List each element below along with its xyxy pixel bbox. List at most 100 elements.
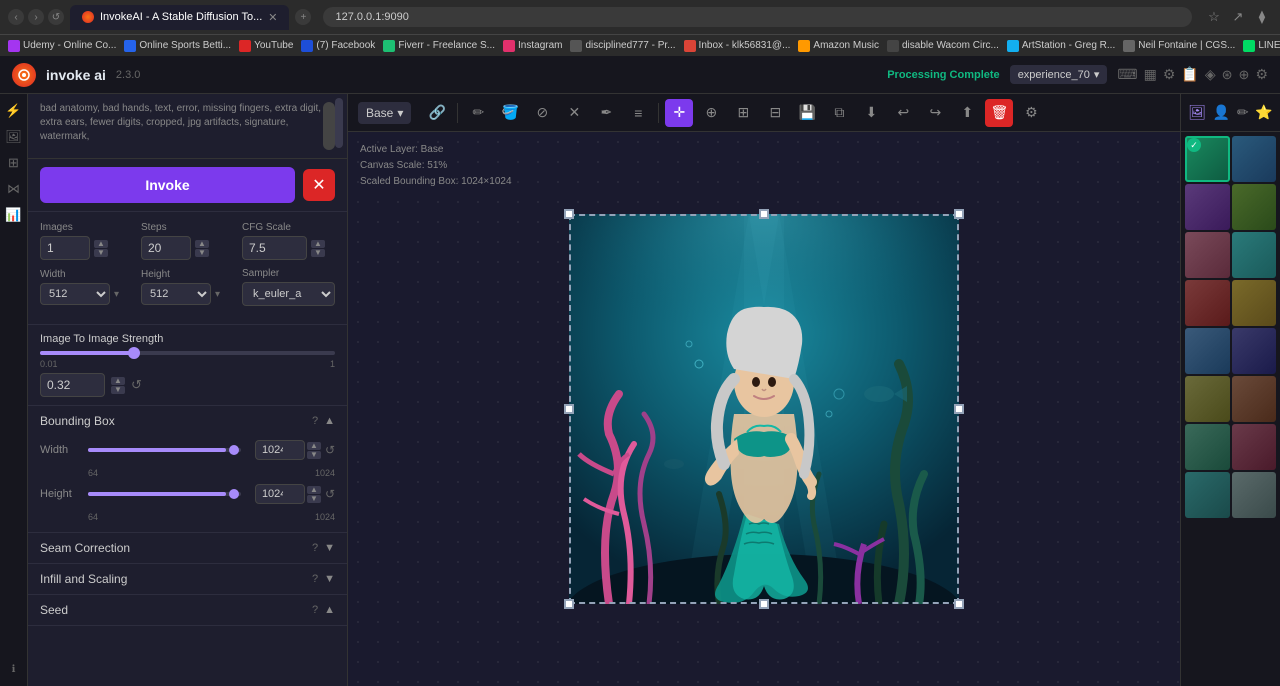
extensions-icon[interactable]: ⧫ <box>1252 7 1272 27</box>
back-button[interactable]: ‹ <box>8 9 24 25</box>
tool-select[interactable]: ✛ <box>665 99 693 127</box>
images-down[interactable]: ▼ <box>94 249 108 257</box>
header-icon-5[interactable]: ◈ <box>1205 66 1216 83</box>
bookmark-artstation[interactable]: ArtStation - Greg R... <box>1007 40 1115 52</box>
header-icon-discord[interactable]: ⊕ <box>1239 67 1250 83</box>
thumbnail-13[interactable] <box>1185 424 1230 470</box>
bookmark-wacom[interactable]: disable Wacom Circ... <box>887 40 999 52</box>
sidebar-icon-gallery[interactable]: 🖼 <box>3 126 25 148</box>
cfg-up[interactable]: ▲ <box>311 240 325 248</box>
bookmark-neil[interactable]: Neil Fontaine | CGS... <box>1123 40 1235 52</box>
img2img-value-input[interactable] <box>40 373 105 397</box>
reload-button[interactable]: ↺ <box>48 9 64 25</box>
browser-tab[interactable]: InvokeAI - A Stable Diffusion To... ✕ <box>70 5 289 30</box>
steps-down[interactable]: ▼ <box>195 249 209 257</box>
bb-width-down[interactable]: ▼ <box>307 451 321 459</box>
sampler-select[interactable]: k_euler_ak_eulerddim <box>242 282 335 306</box>
seam-correction-toggle-icon[interactable]: ▼ <box>324 542 335 554</box>
handle-bottom-right[interactable] <box>954 599 964 609</box>
tool-save[interactable]: 💾 <box>793 99 821 127</box>
thumbnail-12[interactable] <box>1232 376 1277 422</box>
bb-height-reset-icon[interactable]: ↺ <box>325 487 335 501</box>
steps-up[interactable]: ▲ <box>195 240 209 248</box>
sidebar-icon-nodes[interactable]: ⋈ <box>3 178 25 200</box>
rp-person-icon[interactable]: 👤 <box>1213 104 1230 121</box>
layer-dropdown[interactable]: Base ▾ <box>358 102 411 124</box>
sidebar-icon-generate[interactable]: ⚡ <box>3 100 25 122</box>
tool-lines[interactable]: ≡ <box>624 99 652 127</box>
tool-collapse[interactable]: ⊟ <box>761 99 789 127</box>
url-bar[interactable]: 127.0.0.1:9090 <box>323 7 1192 27</box>
bb-width-input[interactable] <box>255 440 305 460</box>
seam-correction-help-icon[interactable]: ? <box>312 542 318 554</box>
tool-pen[interactable]: ✒ <box>592 99 620 127</box>
handle-bottom-center[interactable] <box>759 599 769 609</box>
bb-width-slider[interactable] <box>88 448 241 452</box>
handle-top-center[interactable] <box>759 209 769 219</box>
header-icon-1[interactable]: ⌨ <box>1117 66 1137 83</box>
invoke-button[interactable]: Invoke <box>40 167 295 203</box>
tool-layers[interactable]: ⊞ <box>729 99 757 127</box>
bookmark-instagram[interactable]: Instagram <box>503 40 562 52</box>
thumbnail-5[interactable] <box>1185 232 1230 278</box>
thumbnail-4[interactable] <box>1232 184 1277 230</box>
bookmark-youtube[interactable]: YouTube <box>239 40 293 52</box>
bookmark-icon[interactable]: ☆ <box>1204 7 1224 27</box>
thumbnail-15[interactable] <box>1185 472 1230 518</box>
handle-bottom-left[interactable] <box>564 599 574 609</box>
bookmark-udemy[interactable]: Udemy - Online Co... <box>8 40 116 52</box>
width-select[interactable]: 5127681024 <box>40 283 110 305</box>
tab-close-icon[interactable]: ✕ <box>268 11 277 24</box>
thumbnail-8[interactable] <box>1232 280 1277 326</box>
sidebar-icon-info[interactable]: ℹ <box>3 658 25 680</box>
tool-download[interactable]: ⬇ <box>857 99 885 127</box>
tool-brush[interactable]: ✏ <box>464 99 492 127</box>
profile-selector[interactable]: experience_70 ▾ <box>1010 65 1108 84</box>
tool-redo[interactable]: ↪ <box>921 99 949 127</box>
images-input[interactable] <box>40 236 90 260</box>
bounding-box-toggle-icon[interactable]: ▲ <box>324 415 335 427</box>
handle-top-right[interactable] <box>954 209 964 219</box>
rp-edit-icon[interactable]: ✏ <box>1237 104 1249 121</box>
thumbnail-10[interactable] <box>1232 328 1277 374</box>
infill-scaling-toggle-icon[interactable]: ▼ <box>324 573 335 585</box>
header-icon-settings[interactable]: ⚙ <box>1255 66 1268 83</box>
bounding-box-header[interactable]: Bounding Box ? ▲ <box>28 406 347 436</box>
seed-help-icon[interactable]: ? <box>312 604 318 616</box>
thumbnail-16[interactable] <box>1232 472 1277 518</box>
thumbnail-9[interactable] <box>1185 328 1230 374</box>
tool-link[interactable]: 🔗 <box>423 99 451 127</box>
canvas-drawing-area[interactable] <box>348 132 1180 686</box>
bb-height-thumb[interactable] <box>229 489 239 499</box>
bb-height-down[interactable]: ▼ <box>307 495 321 503</box>
img2img-slider-thumb[interactable] <box>128 347 140 359</box>
scroll-thumb[interactable] <box>335 98 343 148</box>
tool-delete[interactable]: 🗑 <box>985 99 1013 127</box>
sidebar-icon-models[interactable]: ⊞ <box>3 152 25 174</box>
tool-upload[interactable]: ⬆ <box>953 99 981 127</box>
bookmark-facebook[interactable]: (7) Facebook <box>301 40 375 52</box>
cfg-input[interactable] <box>242 236 307 260</box>
bookmark-fiverr[interactable]: Fiverr - Freelance S... <box>383 40 495 52</box>
cfg-down[interactable]: ▼ <box>311 249 325 257</box>
sidebar-icon-training[interactable]: 📊 <box>3 204 25 226</box>
bb-height-up[interactable]: ▲ <box>307 486 321 494</box>
infill-scaling-header[interactable]: Infill and Scaling ? ▼ <box>28 564 347 594</box>
thumbnail-11[interactable] <box>1185 376 1230 422</box>
bb-width-up[interactable]: ▲ <box>307 442 321 450</box>
thumbnail-14[interactable] <box>1232 424 1277 470</box>
bookmark-sports[interactable]: Online Sports Betti... <box>124 40 231 52</box>
tool-clear[interactable]: ✕ <box>560 99 588 127</box>
handle-middle-right[interactable] <box>954 404 964 414</box>
seed-toggle-icon[interactable]: ▲ <box>324 604 335 616</box>
bb-width-thumb[interactable] <box>229 445 239 455</box>
thumbnail-3[interactable] <box>1185 184 1230 230</box>
share-icon[interactable]: ↗ <box>1228 7 1248 27</box>
img2img-reset-icon[interactable]: ↺ <box>131 377 142 393</box>
tool-settings[interactable]: ⚙ <box>1017 99 1045 127</box>
bb-height-slider[interactable] <box>88 492 241 496</box>
header-icon-4[interactable]: 📋 <box>1181 66 1198 83</box>
handle-middle-left[interactable] <box>564 404 574 414</box>
seed-header[interactable]: Seed ? ▲ <box>28 595 347 625</box>
bookmark-disciplined[interactable]: disciplined777 - Pr... <box>570 40 675 52</box>
